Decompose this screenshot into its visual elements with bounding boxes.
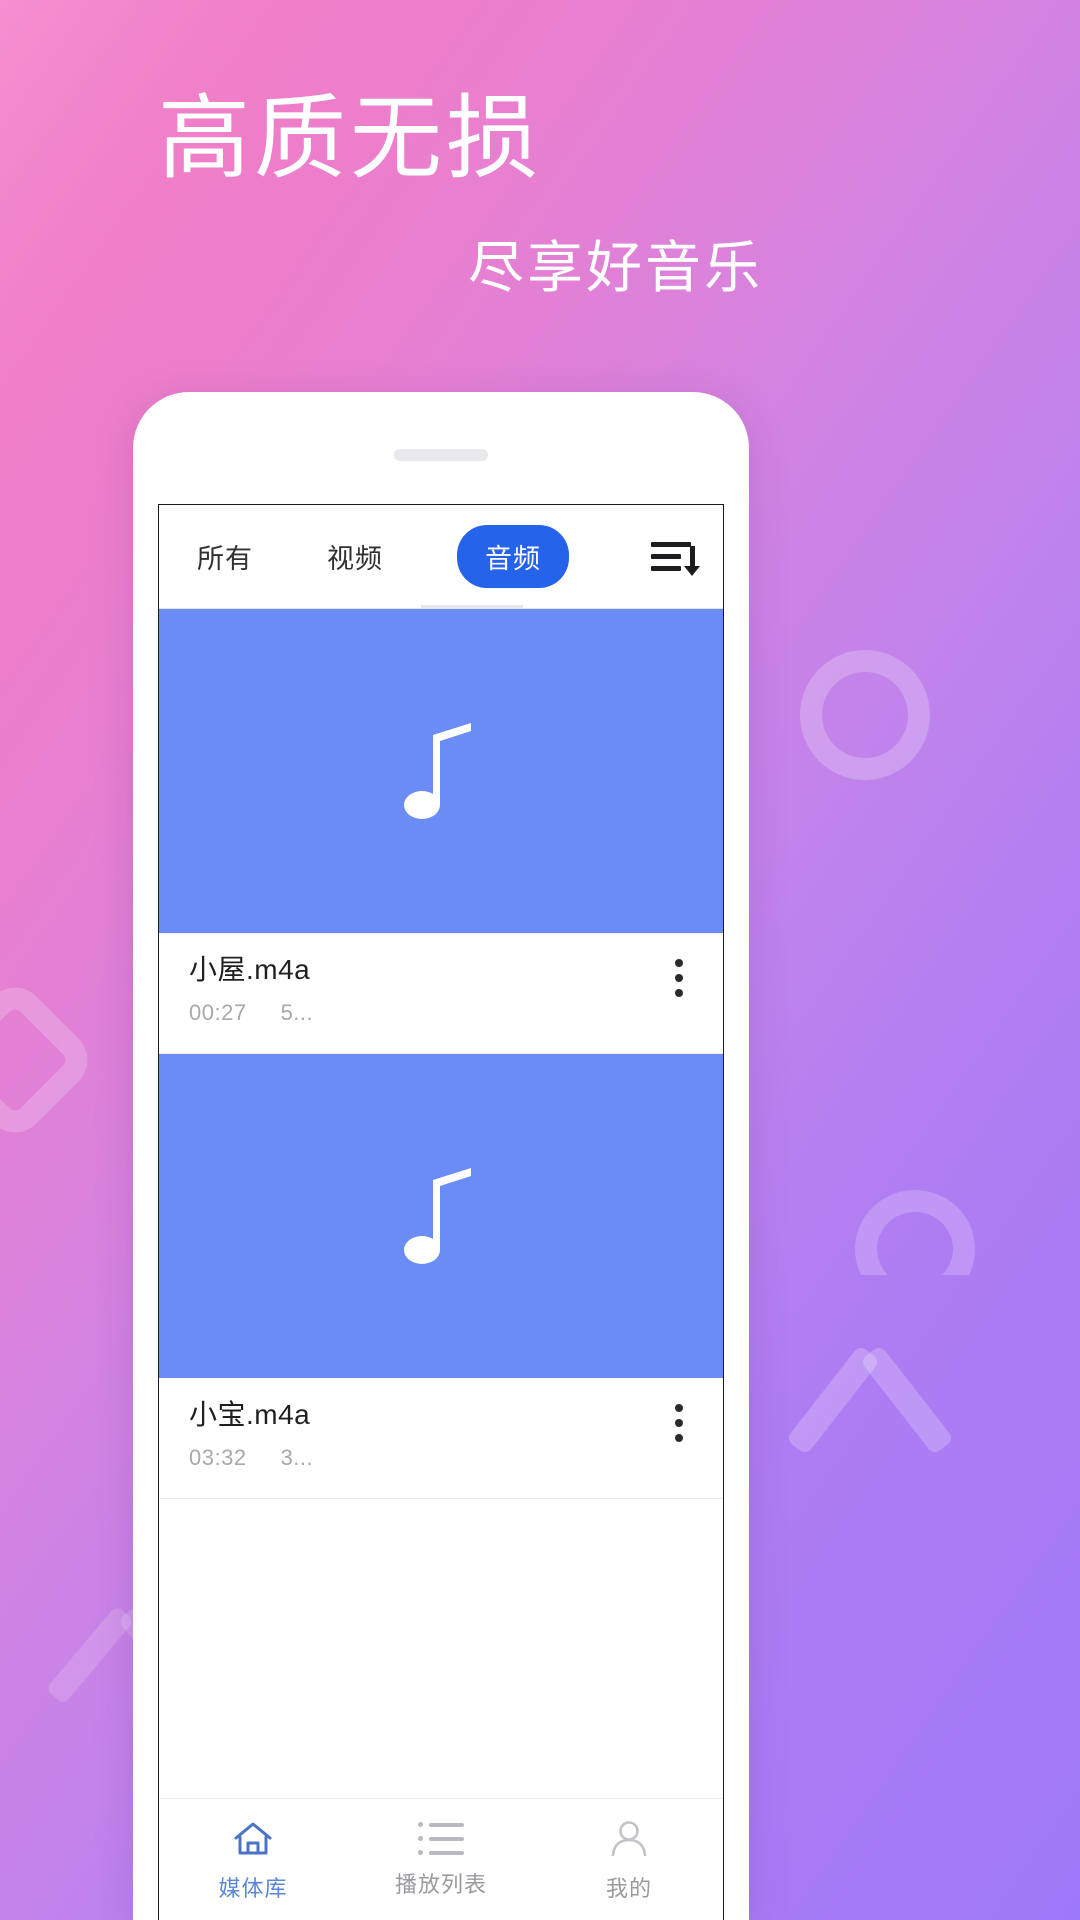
hero-copy: 高质无损 尽享好音乐 (158, 88, 938, 304)
home-icon (234, 1822, 272, 1854)
media-size: 3... (280, 1444, 314, 1470)
media-subinfo: 00:27 5... (189, 1000, 693, 1026)
decor-chevron-shape (790, 1340, 940, 1490)
hero-title: 高质无损 (158, 88, 543, 190)
decor-rounded-square-shape (0, 975, 100, 1145)
media-title: 小屋.m4a (189, 954, 311, 985)
nav-item-playlist[interactable]: 播放列表 (347, 1799, 535, 1920)
decor-ring-shape (783, 633, 947, 797)
nav-label-profile: 我的 (605, 1875, 652, 1901)
bottom-navigation-bar: 媒体库 播放列表 我的 (159, 1798, 723, 1920)
kebab-menu-icon[interactable] (675, 959, 683, 997)
phone-speaker-grille (394, 449, 488, 461)
list-divider (159, 1498, 723, 1499)
media-title: 小宝.m4a (189, 1399, 311, 1430)
nav-label-playlist: 播放列表 (394, 1871, 487, 1897)
nav-label-media-library: 媒体库 (218, 1875, 288, 1901)
music-note-icon (404, 1168, 471, 1264)
nav-item-profile[interactable]: 我的 (535, 1799, 723, 1920)
tab-all[interactable]: 所有 (197, 537, 253, 576)
sort-descending-icon[interactable] (651, 538, 700, 576)
media-list[interactable]: 小屋.m4a 00:27 5... 小宝.m4a 03:32 3... (159, 609, 723, 1798)
media-duration: 00:27 (189, 999, 247, 1025)
thumbnail[interactable] (159, 609, 723, 933)
media-size: 5... (280, 999, 314, 1025)
list-item[interactable]: 小屋.m4a 00:27 5... (159, 609, 723, 1054)
hero-subtitle: 尽享好音乐 (468, 236, 763, 300)
list-item-meta: 小屋.m4a 00:27 5... (159, 933, 723, 1053)
tab-audio[interactable]: 音频 (457, 525, 569, 588)
media-duration: 03:32 (189, 1444, 247, 1470)
list-item[interactable]: 小宝.m4a 03:32 3... (159, 1054, 723, 1499)
app-screen: 所有 视频 音频 小屋.m4a 00:27 5... 小宝.m4a 03:32 … (158, 504, 724, 1920)
decor-arc-shape (855, 1190, 975, 1275)
kebab-menu-icon[interactable] (675, 1404, 683, 1442)
media-subinfo: 03:32 3... (189, 1445, 693, 1471)
phone-mockup: 所有 视频 音频 小屋.m4a 00:27 5... 小宝.m4a 03:32 … (133, 392, 749, 1920)
tab-video[interactable]: 视频 (327, 537, 383, 576)
nav-item-media-library[interactable]: 媒体库 (159, 1799, 347, 1920)
tab-underline-indicator (421, 605, 523, 608)
playlist-icon (418, 1821, 464, 1857)
list-item-meta: 小宝.m4a 03:32 3... (159, 1378, 723, 1498)
thumbnail[interactable] (159, 1054, 723, 1378)
app-top-bar: 所有 视频 音频 (159, 505, 723, 608)
music-note-icon (404, 723, 471, 819)
person-icon (611, 1820, 647, 1856)
